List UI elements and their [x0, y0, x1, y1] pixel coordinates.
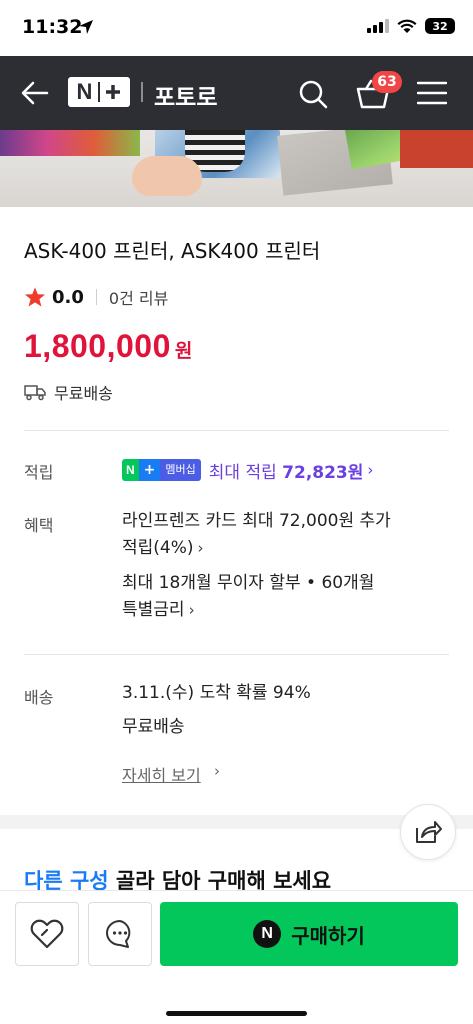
wifi-icon — [397, 19, 417, 33]
price-unit: 원 — [174, 340, 193, 362]
price-row: 1,800,000 원 — [24, 328, 192, 365]
heart-icon — [30, 919, 64, 949]
shipping-row: 무료배송 — [24, 380, 113, 404]
membership-text: 최대 적립 72,823원 — [208, 462, 364, 483]
chevron-right-icon: › — [188, 601, 195, 619]
delivery-detail-link[interactable]: 자세히 보기 — [122, 762, 201, 786]
chat-icon — [106, 920, 131, 948]
price: 1,800,000 — [24, 328, 171, 364]
battery-indicator: 32 — [425, 18, 455, 34]
top-navigation-bar: N 포토로 63 — [0, 56, 473, 130]
membership-badge: N + 멤버십 — [122, 459, 201, 481]
benefits-label: 혜택 — [24, 516, 54, 535]
rating-value: 0.0 — [52, 286, 84, 308]
membership-label: 적립 — [24, 463, 54, 482]
signal-icon — [367, 19, 389, 33]
buy-button[interactable]: N 구매하기 — [160, 902, 458, 966]
card-benefit[interactable]: 라인프렌즈 카드 최대 72,000원 추가 적립(4%) › — [122, 508, 391, 562]
rating-row[interactable]: 0.0 0건 리뷰 — [24, 285, 168, 309]
naver-n-icon: N — [122, 459, 139, 481]
header-divider — [141, 82, 143, 102]
back-arrow-icon[interactable] — [20, 80, 50, 106]
divider — [24, 430, 449, 431]
share-button[interactable] — [400, 804, 456, 860]
installment-line1: 최대 18개월 무이자 할부 • 60개월 — [122, 573, 375, 593]
installment-benefit[interactable]: 최대 18개월 무이자 할부 • 60개월 특별금리 › — [122, 570, 374, 624]
delivery-label: 배송 — [24, 688, 54, 707]
photo-print — [400, 130, 473, 168]
status-indicators: 32 — [367, 18, 455, 34]
rating-separator — [95, 289, 97, 305]
card-benefit-line2: 적립(4%) › — [122, 538, 204, 558]
photo-print — [0, 130, 140, 156]
delivery-arrival: 3.11.(수) 도착 확률 94% — [122, 683, 311, 703]
installment-line2: 특별금리 › — [122, 600, 195, 620]
card-benefit-line1: 라인프렌즈 카드 최대 72,000원 추가 — [122, 511, 391, 531]
membership-amount: 72,823원 — [282, 462, 364, 483]
membership-badge-text: 멤버십 — [160, 459, 201, 481]
bottom-action-bar: N 구매하기 — [0, 890, 473, 1024]
search-icon[interactable] — [297, 78, 329, 110]
naver-plus-logo[interactable]: N — [68, 77, 130, 107]
status-bar: 11:32 32 — [0, 0, 473, 56]
hand-image — [132, 156, 202, 196]
home-indicator — [166, 1011, 307, 1016]
share-icon — [416, 821, 442, 843]
delivery-fee: 무료배송 — [122, 717, 185, 737]
review-count[interactable]: 0건 리뷰 — [109, 285, 168, 309]
store-name[interactable]: 포토로 — [154, 78, 217, 112]
divider — [24, 654, 449, 655]
wishlist-button[interactable] — [15, 902, 79, 966]
cart-count-badge: 63 — [372, 71, 402, 93]
truck-icon — [24, 385, 46, 401]
location-arrow-icon — [79, 20, 93, 34]
chevron-right-icon: › — [367, 461, 374, 479]
buy-button-label: 구매하기 — [291, 923, 365, 948]
membership-points-link[interactable]: N + 멤버십 최대 적립 72,823원 › — [122, 457, 373, 483]
product-image[interactable] — [0, 130, 473, 207]
product-title: ASK-400 프린터, ASK400 프린터 — [24, 239, 321, 263]
talk-talk-button[interactable] — [88, 902, 152, 966]
plus-icon — [106, 85, 121, 99]
chevron-right-icon: › — [197, 539, 204, 557]
star-icon — [24, 287, 46, 307]
status-time: 11:32 — [22, 16, 83, 38]
chevron-right-icon: › — [214, 762, 220, 780]
naver-pay-icon: N — [253, 920, 282, 948]
shipping-text: 무료배송 — [54, 384, 113, 403]
menu-icon[interactable] — [417, 80, 447, 106]
plus-icon: + — [138, 459, 161, 481]
